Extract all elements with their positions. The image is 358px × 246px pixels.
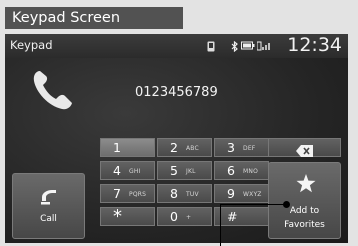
key-0[interactable]: 0 + [157,207,212,226]
signal-icon [256,41,273,54]
key-1[interactable]: 1 [100,138,155,157]
backspace-icon [296,142,314,161]
add-to-favorites-button[interactable]: Add to Favorites [268,162,341,239]
key-digit: 2 [170,140,178,155]
key-7[interactable]: 7 PQRS [100,184,155,203]
key-letters: MNO [243,168,258,175]
key-digit: 3 [227,140,235,155]
callout-line [220,205,221,246]
add-to-label: Add to [289,206,320,216]
dialed-number: 0123456789 [135,85,218,100]
key-6[interactable]: 6 MNO [214,161,269,180]
key-digit: 6 [227,163,235,178]
key-letters: JKL [186,168,196,175]
star-icon [296,174,316,197]
key-2[interactable]: 2 ABC [157,138,212,157]
key-digit: 9 [227,186,235,201]
key-3[interactable]: 3 DEF [214,138,269,157]
key-digit: 7 [113,186,121,201]
phone-status-icon [207,41,215,55]
key-digit: 0 [170,209,178,224]
key-9[interactable]: 9 WXYZ [214,184,269,203]
key-8[interactable]: 8 TUV [157,184,212,203]
handset-icon [31,68,75,116]
manual-figure: Keypad Screen Keypad 12:34 0123456789 1 … [0,0,358,246]
key-letters: GHI [129,168,141,175]
call-button[interactable]: Call [12,173,85,239]
backspace-button[interactable] [268,138,341,157]
keypad-screen: Keypad 12:34 0123456789 1 2 ABC 3 DEF 4 … [5,34,348,243]
key-letters: PQRS [129,191,147,198]
key-letters: TUV [186,191,199,198]
key-5[interactable]: 5 JKL [157,161,212,180]
key-hash[interactable]: # [214,207,269,226]
key-digit: # [227,209,238,224]
status-bar: Keypad 12:34 [5,34,348,58]
key-4[interactable]: 4 GHI [100,161,155,180]
key-letters: ABC [186,145,199,152]
key-letters: DEF [243,145,256,152]
call-icon [39,188,59,210]
bluetooth-icon [231,40,238,55]
key-digit: * [113,206,122,227]
favorites-label: Favorites [284,220,325,230]
key-digit: 8 [170,186,178,201]
keypad-area: 0123456789 1 2 ABC 3 DEF 4 GHI 5 JKL 6 M… [5,58,348,243]
figure-caption: Keypad Screen [5,7,183,29]
battery-icon [241,41,255,53]
key-digit: 1 [113,140,121,155]
key-digit: 5 [170,163,178,178]
screen-title: Keypad [10,38,53,52]
callout-dot [283,201,290,208]
clock: 12:34 [287,34,342,56]
key-letters: + [186,214,192,221]
key-digit: 4 [113,163,121,178]
call-label: Call [40,214,57,224]
key-star[interactable]: * [100,206,155,227]
callout-line [220,204,286,205]
key-letters: WXYZ [243,191,262,198]
